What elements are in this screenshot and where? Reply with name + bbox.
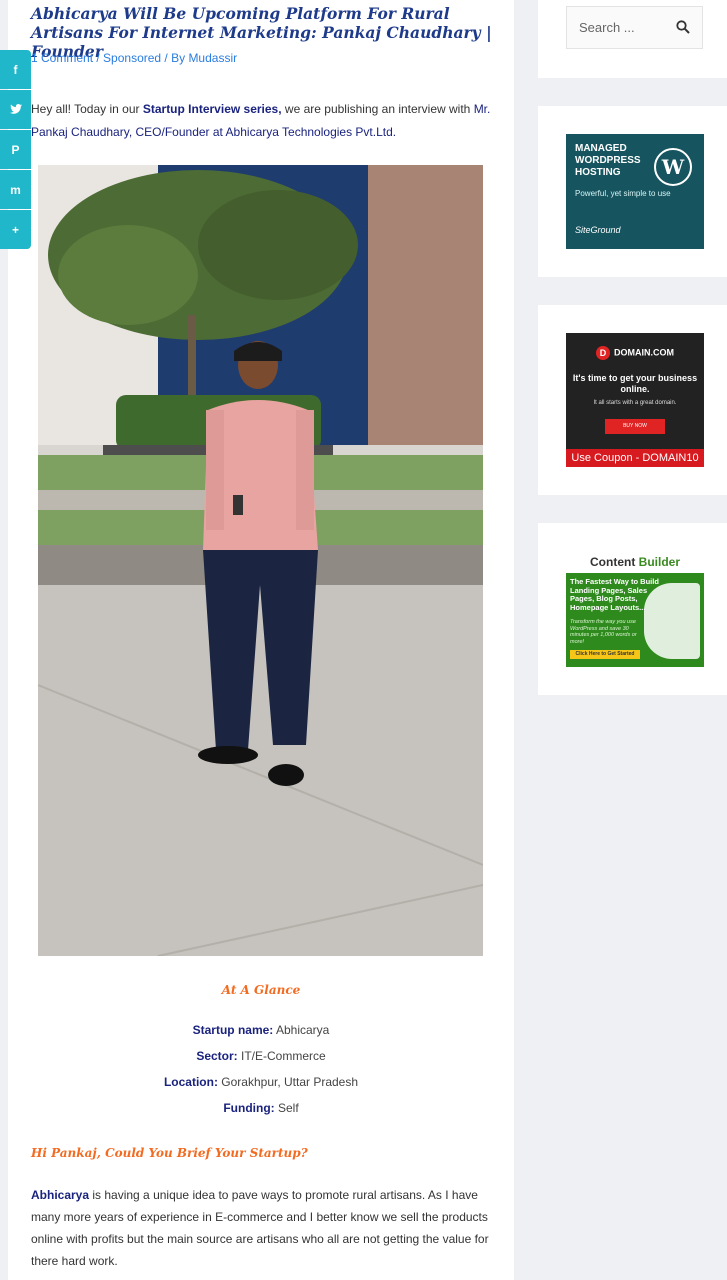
intro-paragraph: Hey all! Today in our Startup Interview … <box>31 98 501 144</box>
glance-heading: At A Glance <box>221 983 301 997</box>
search-widget <box>538 0 727 78</box>
meta-separator: / <box>93 51 104 65</box>
twitter-share-button[interactable] <box>0 90 31 129</box>
author-link[interactable]: Mudassir <box>188 51 237 65</box>
search-input[interactable] <box>577 19 681 36</box>
search-icon[interactable] <box>676 20 690 34</box>
contentbuilder-widget: Content Builder The Fastest Way to Build… <box>538 523 727 695</box>
pinterest-icon: P <box>11 142 20 157</box>
logo-text: Content <box>590 555 636 569</box>
twitter-icon <box>9 103 22 117</box>
social-share-bar: f P m + <box>0 50 31 250</box>
domain-ad[interactable]: D DOMAIN.COM It's time to get your busine… <box>566 333 704 467</box>
ad-title: MANAGED WORDPRESS HOSTING <box>575 143 641 178</box>
domain-logo: D DOMAIN.COM <box>596 346 674 360</box>
abhicarya-link[interactable]: Abhicarya <box>31 1188 89 1202</box>
contentbuilder-ad[interactable]: Content Builder The Fastest Way to Build… <box>566 551 704 667</box>
article-meta: 1 Comment / Sponsored / By Mudassir <box>31 51 237 65</box>
domain-widget: D DOMAIN.COM It's time to get your busine… <box>538 305 727 495</box>
ad-body: The Fastest Way to Build Landing Pages, … <box>566 573 704 667</box>
pinterest-share-button[interactable]: P <box>0 130 31 169</box>
coupon-banner: Use Coupon - DOMAIN10 <box>566 449 704 467</box>
founder-photo <box>38 165 483 956</box>
article-panel: Abhicarya Will Be Upcoming Platform For … <box>8 0 514 1280</box>
domain-logo-text: DOMAIN.COM <box>614 347 674 358</box>
fact-startup-name: Startup name: Abhicarya <box>8 1023 514 1037</box>
question-heading: Hi Pankaj, Could You Brief Your Startup? <box>31 1146 308 1160</box>
meta-separator: / By <box>161 51 189 65</box>
facebook-share-button[interactable]: f <box>0 50 31 89</box>
fact-label: Funding: <box>223 1101 275 1115</box>
fact-location: Location: Gorakhpur, Uttar Pradesh <box>8 1075 514 1089</box>
siteground-logo: SiteGround <box>575 225 621 235</box>
search-form <box>566 6 703 49</box>
fact-label: Sector: <box>196 1049 238 1063</box>
siteground-ad[interactable]: MANAGED WORDPRESS HOSTING Powerful, yet … <box>566 134 704 249</box>
comments-link[interactable]: 1 Comment <box>31 51 93 65</box>
fact-value: Gorakhpur, Uttar Pradesh <box>217 1075 359 1089</box>
fact-value: Abhicarya <box>273 1023 330 1037</box>
buy-now-button[interactable]: BUY NOW <box>605 419 665 434</box>
answer-paragraph: Abhicarya is having a unique idea to pav… <box>31 1184 501 1272</box>
ad-headline: It's time to get your business online. <box>572 373 698 394</box>
answer-text: is having a unique idea to pave ways to … <box>31 1188 489 1268</box>
mix-icon: m <box>10 182 21 197</box>
logo-text: Builder <box>635 555 680 569</box>
product-screenshot <box>644 583 700 659</box>
get-started-button[interactable]: Click Here to Get Started <box>570 650 640 659</box>
fact-value: Self <box>274 1101 299 1115</box>
siteground-widget: MANAGED WORDPRESS HOSTING Powerful, yet … <box>538 106 727 277</box>
fact-sector: Sector: IT/E-Commerce <box>8 1049 514 1063</box>
plus-icon: + <box>11 222 19 237</box>
contentbuilder-logo: Content Builder <box>566 551 704 573</box>
fact-funding: Funding: Self <box>8 1101 514 1115</box>
intro-text: Hey all! Today in our <box>31 102 143 116</box>
fact-value: IT/E-Commerce <box>237 1049 326 1063</box>
ad-tagline: Powerful, yet simple to use <box>575 189 671 198</box>
fact-label: Startup name: <box>192 1023 274 1037</box>
more-share-button[interactable]: + <box>0 210 31 249</box>
domain-d-icon: D <box>596 346 610 360</box>
facebook-icon: f <box>13 62 18 77</box>
mix-share-button[interactable]: m <box>0 170 31 209</box>
ad-subtext: It all starts with a great domain. <box>593 400 677 406</box>
ad-subtext: Transform the way you use WordPress and … <box>570 619 637 645</box>
wordpress-icon: W <box>654 148 692 186</box>
intro-text: we are publishing an interview with <box>281 102 474 116</box>
category-link[interactable]: Sponsored <box>103 51 161 65</box>
startup-interview-link[interactable]: Startup Interview series, <box>143 102 282 116</box>
fact-label: Location: <box>163 1075 218 1089</box>
